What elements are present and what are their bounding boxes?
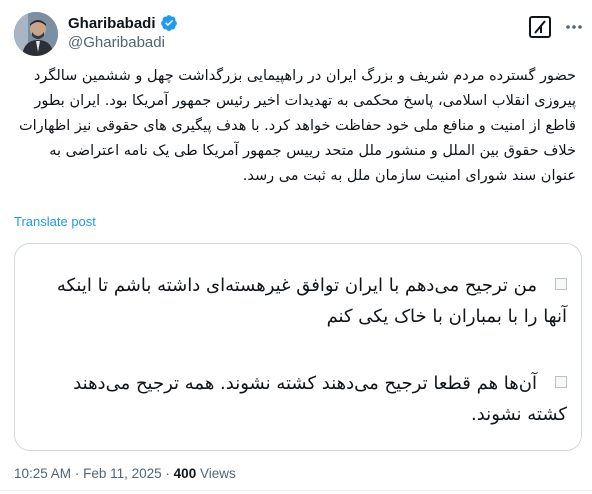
post-time[interactable]: 10:25 AM xyxy=(14,466,71,481)
divider xyxy=(0,490,592,491)
quote-item-2-text: آن‌ها هم قطعا ترجیح می‌دهند کشته نشوند. … xyxy=(73,373,567,425)
checkbox-icon xyxy=(555,376,567,388)
quote-item-2: آن‌ها هم قطعا ترجیح می‌دهند کشته نشوند. … xyxy=(47,368,567,430)
author-name-row: Gharibabadi xyxy=(68,14,178,32)
verified-badge-icon xyxy=(160,14,178,32)
grok-icon[interactable] xyxy=(525,12,555,42)
meta-separator: · xyxy=(165,466,170,481)
post-meta: 10:25 AM · Feb 11, 2025 · 400 Views xyxy=(14,466,236,481)
post-date[interactable]: Feb 11, 2025 xyxy=(83,466,162,481)
author-name[interactable]: Gharibabadi xyxy=(68,15,156,32)
translate-post-link[interactable]: Translate post xyxy=(14,214,96,229)
post-text: حضور گسترده مردم شریف و بزرگ ایران در را… xyxy=(18,68,576,184)
avatar[interactable] xyxy=(14,12,58,56)
views-count: 400 xyxy=(173,466,197,481)
views-label: Views xyxy=(199,466,236,481)
quote-card[interactable]: من ترجیح می‌دهم با ایران توافق غیرهسته‌ا… xyxy=(14,243,582,451)
author-handle[interactable]: @Gharibabadi xyxy=(68,34,165,51)
meta-separator: · xyxy=(74,466,80,481)
quote-item-1: من ترجیح می‌دهم با ایران توافق غیرهسته‌ا… xyxy=(47,270,567,332)
more-icon[interactable] xyxy=(562,12,586,42)
checkbox-icon xyxy=(555,278,567,290)
quote-item-1-text: من ترجیح می‌دهم با ایران توافق غیرهسته‌ا… xyxy=(56,275,567,327)
